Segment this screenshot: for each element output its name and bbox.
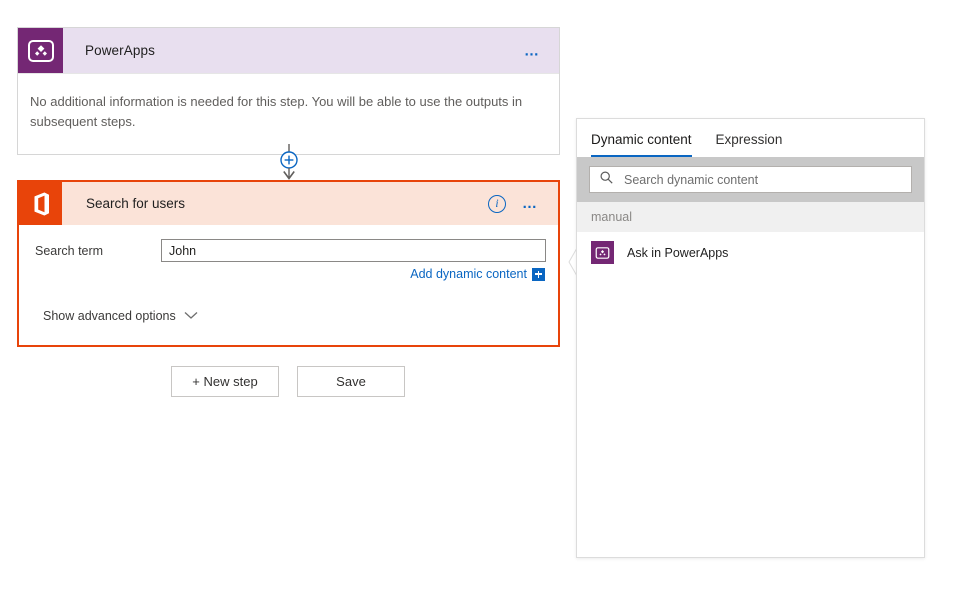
trigger-card-header[interactable]: PowerApps … (18, 28, 559, 73)
show-advanced-options-label: Show advanced options (43, 309, 176, 323)
tab-dynamic-content[interactable]: Dynamic content (591, 132, 692, 157)
add-dynamic-content-row: Add dynamic content (19, 262, 558, 281)
info-icon-glyph: i (495, 197, 499, 210)
search-icon (600, 170, 613, 189)
add-dynamic-content-link[interactable]: Add dynamic content (410, 267, 527, 281)
action-card-body: Search term Add dynamic content Show adv… (19, 225, 558, 345)
add-dynamic-content-icon[interactable] (532, 267, 545, 281)
top-toolbar: 💾 Save ☉ Flow checker ☐ Te (740, 0, 958, 8)
dynamic-content-item-ask-in-powerapps[interactable]: Ask in PowerApps (577, 232, 924, 273)
trigger-card-title: PowerApps (85, 43, 155, 58)
powerapps-icon (18, 28, 63, 73)
info-icon[interactable]: i (488, 194, 506, 213)
dynamic-content-panel: Dynamic content Expression manual (576, 118, 925, 558)
new-step-button[interactable]: + New step (171, 366, 279, 397)
search-term-input[interactable] (161, 239, 546, 262)
action-card-header[interactable]: Search for users i … (19, 182, 558, 225)
trigger-card-powerapps[interactable]: PowerApps … No additional information is… (17, 27, 560, 156)
action-card-actions: i … (488, 194, 544, 213)
action-card-menu-button[interactable]: … (522, 196, 544, 211)
powerapps-icon (591, 241, 614, 264)
dynamic-content-tabs: Dynamic content Expression (577, 119, 924, 157)
action-card-search-for-users[interactable]: Search for users i … Search term Add dyn… (17, 180, 560, 347)
search-dynamic-content-input[interactable] (622, 171, 901, 188)
office365-icon (19, 182, 62, 225)
search-term-row: Search term (19, 239, 558, 262)
trigger-card-body-text: No additional information is needed for … (18, 73, 559, 154)
dynamic-content-search-box[interactable] (589, 166, 912, 193)
flow-designer-root: 💾 Save ☉ Flow checker ☐ Te PowerApps … (0, 0, 958, 602)
dynamic-content-group-header: manual (577, 202, 924, 232)
search-term-label: Search term (35, 243, 104, 258)
show-advanced-options-toggle[interactable]: Show advanced options (19, 281, 558, 345)
step-connector (271, 144, 307, 180)
trigger-card-menu-button[interactable]: … (524, 43, 542, 58)
dynamic-content-item-label: Ask in PowerApps (627, 245, 729, 260)
tab-expression[interactable]: Expression (716, 132, 783, 157)
flow-action-buttons: + New step Save (171, 366, 405, 397)
chevron-down-icon (184, 307, 198, 325)
action-card-title: Search for users (86, 196, 186, 211)
save-button[interactable]: Save (297, 366, 405, 397)
dynamic-content-search-wrap (577, 157, 924, 202)
